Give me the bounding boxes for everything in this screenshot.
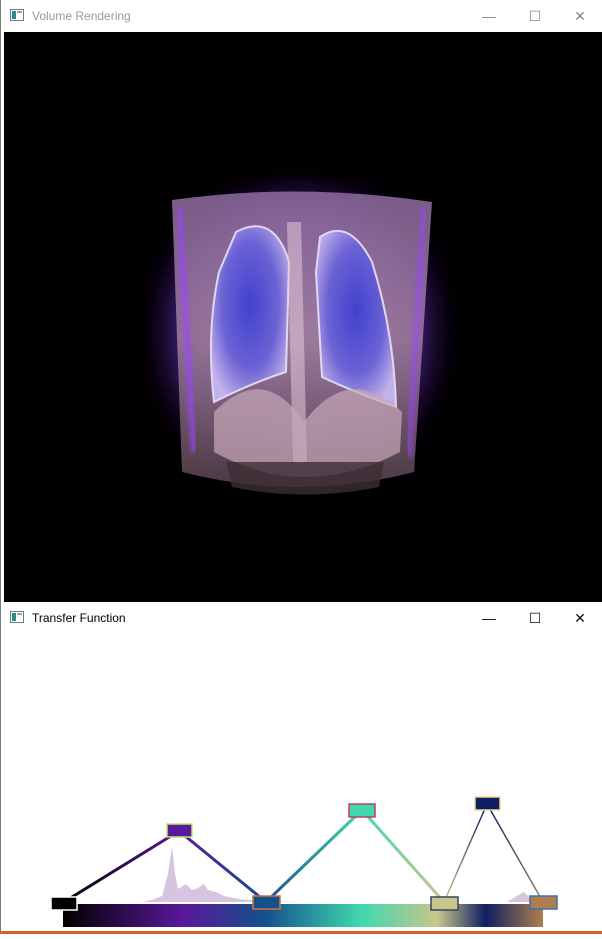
app-window-icon: [10, 9, 24, 21]
maximize-button[interactable]: ☐: [512, 0, 558, 32]
tf-point-3[interactable]: [252, 895, 281, 910]
volume-titlebar[interactable]: Volume Rendering — ☐ ✕: [1, 0, 602, 32]
minimize-button[interactable]: —: [466, 602, 512, 634]
tf-segment: [264, 808, 364, 904]
tf-point-2[interactable]: [166, 823, 193, 838]
tf-point-1[interactable]: [50, 896, 78, 911]
transfer-titlebar[interactable]: Transfer Function — ☐ ✕: [1, 602, 602, 634]
app-window-icon: [10, 611, 24, 623]
maximize-button[interactable]: ☐: [512, 602, 558, 634]
transfer-function-editor[interactable]: [2, 634, 602, 934]
tf-segment: [443, 803, 488, 903]
window-title: Volume Rendering: [32, 9, 131, 23]
transfer-function-plot: [50, 796, 558, 927]
close-button[interactable]: ✕: [557, 0, 602, 32]
transfer-function-window: Transfer Function — ☐ ✕: [0, 602, 602, 934]
volume-rendering-window: Volume Rendering — ☐ ✕: [0, 0, 602, 602]
tf-segment: [486, 803, 544, 903]
tf-point-7[interactable]: [529, 895, 558, 910]
tf-point-5[interactable]: [430, 896, 459, 911]
window-title: Transfer Function: [32, 611, 126, 625]
tf-segment: [360, 809, 446, 903]
minimize-button[interactable]: —: [466, 0, 512, 32]
tf-point-4[interactable]: [348, 803, 376, 818]
close-icon: ✕: [574, 7, 586, 24]
intensity-histogram: [142, 846, 542, 902]
volume-render-image: [154, 182, 444, 495]
maximize-icon: ☐: [528, 7, 542, 24]
tf-point-6[interactable]: [474, 796, 501, 811]
tf-segment: [63, 829, 180, 904]
maximize-icon: ☐: [528, 609, 542, 626]
render-viewport[interactable]: [4, 32, 602, 602]
minimize-icon: —: [482, 610, 496, 626]
close-icon: ✕: [574, 609, 586, 626]
close-button[interactable]: ✕: [557, 602, 602, 634]
minimize-icon: —: [482, 8, 496, 24]
color-bar: [63, 904, 543, 927]
